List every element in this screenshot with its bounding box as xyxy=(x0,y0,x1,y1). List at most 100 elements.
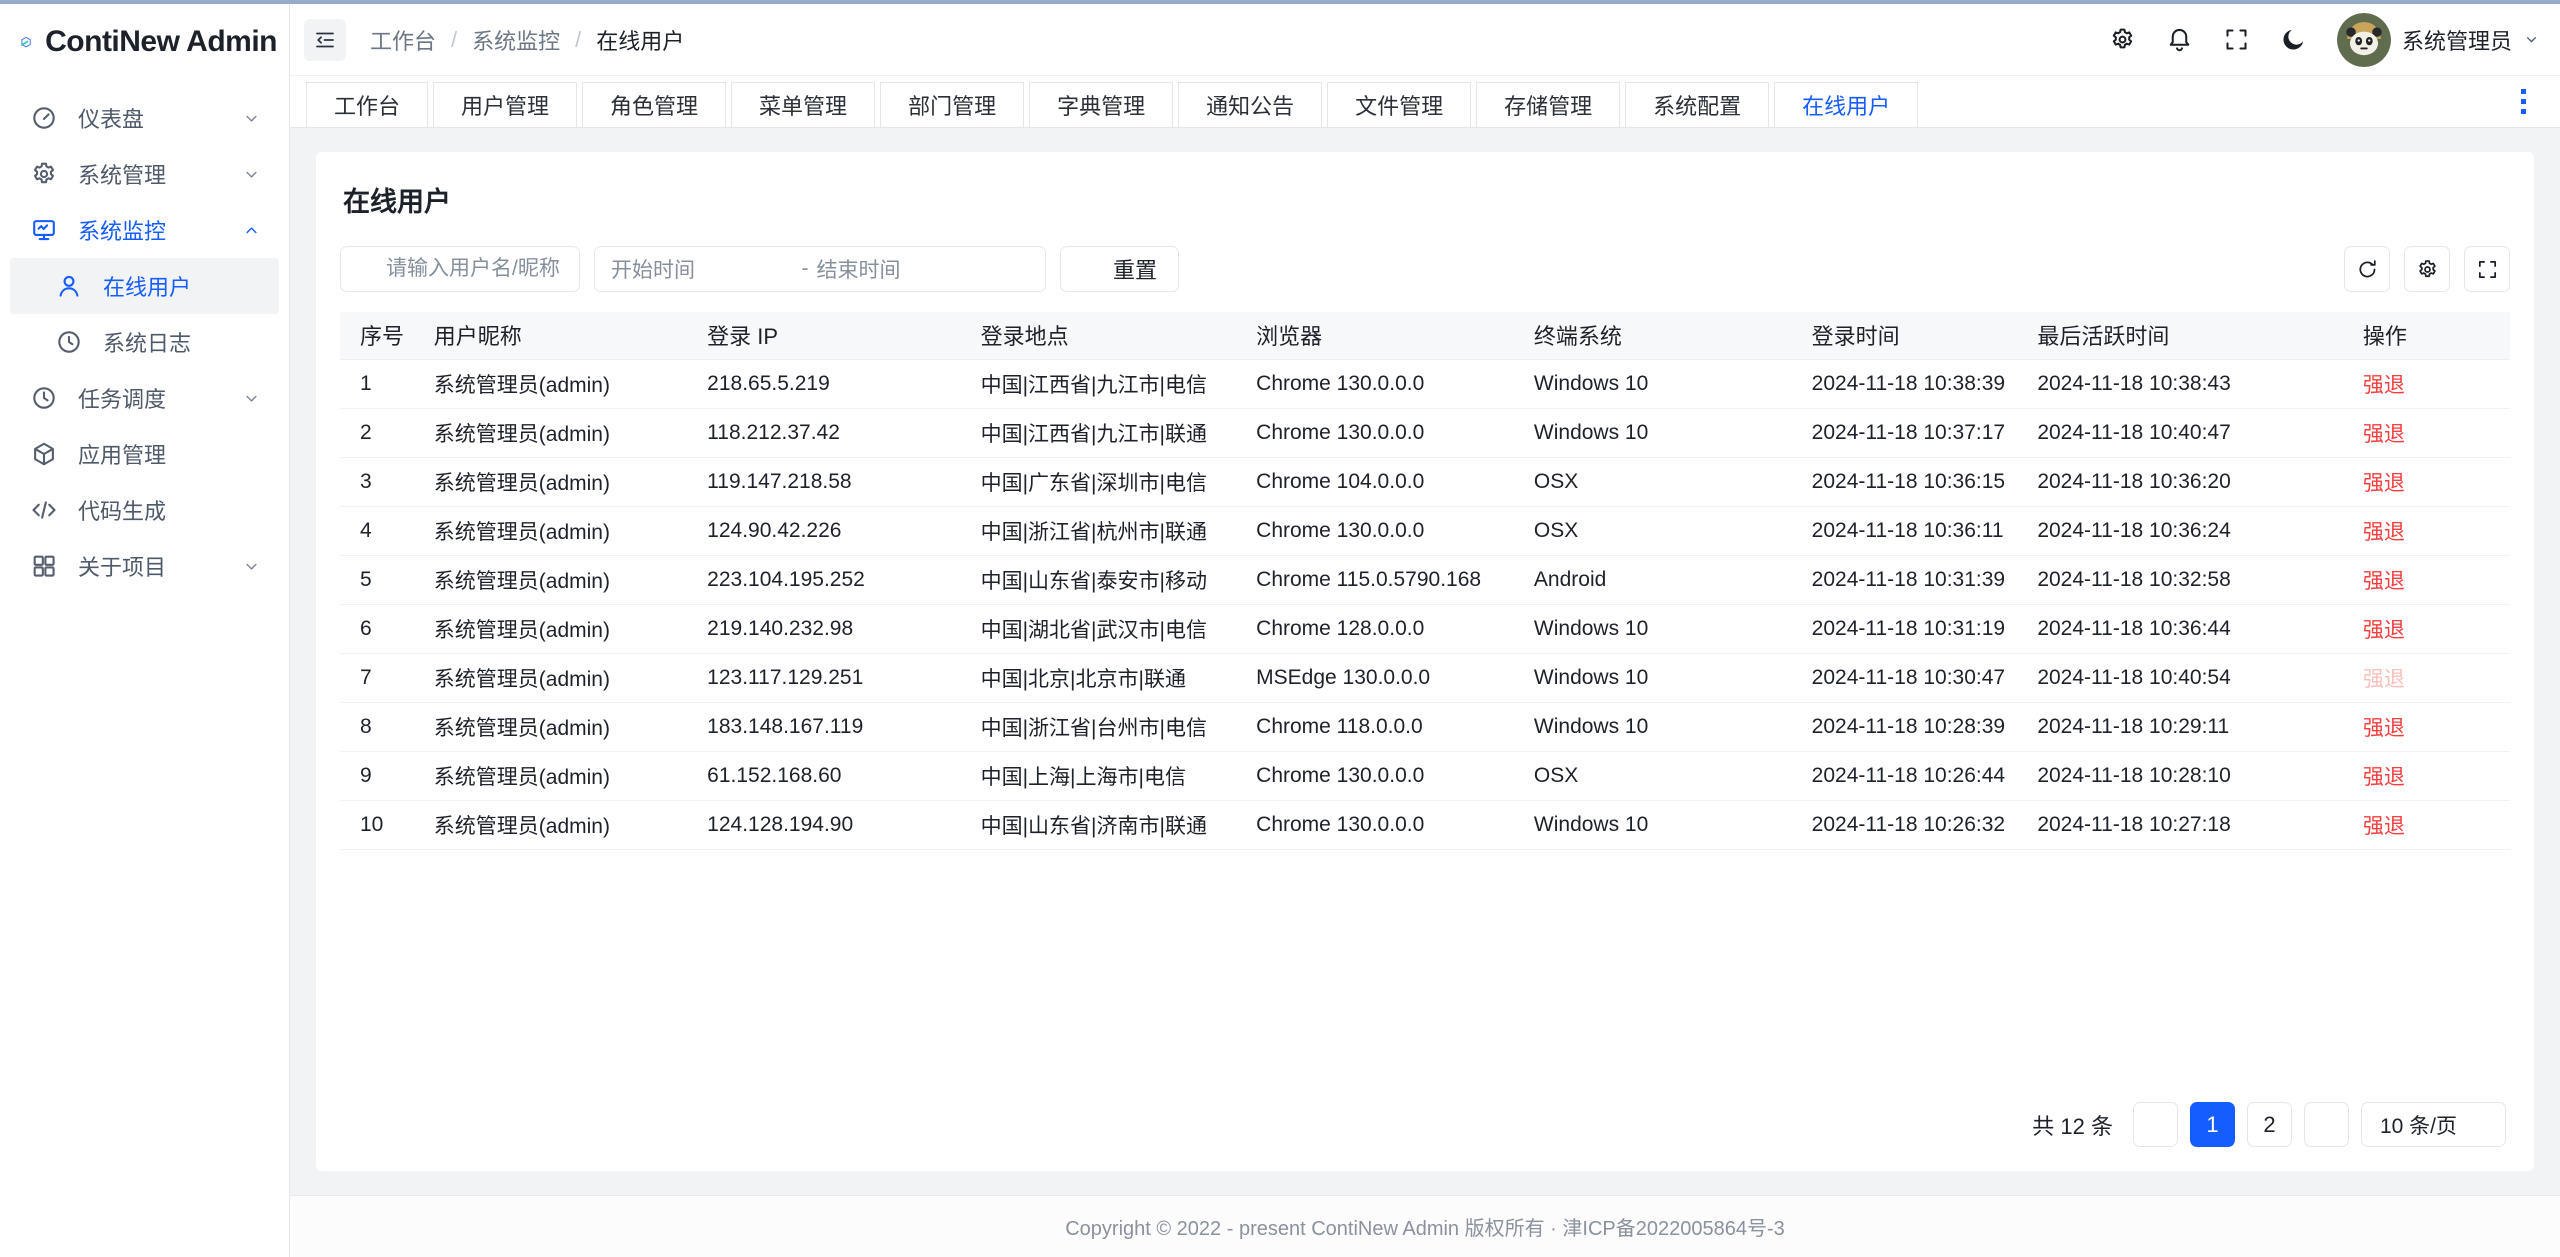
table-row: 5系统管理员(admin)223.104.195.252中国|山东省|泰安市|移… xyxy=(340,555,2510,604)
cell-browser: Chrome 104.0.0.0 xyxy=(1236,457,1514,506)
cell-login-time: 2024-11-18 10:36:11 xyxy=(1792,506,2018,555)
cell-os: Windows 10 xyxy=(1514,408,1792,457)
cell-login-time: 2024-11-18 10:31:19 xyxy=(1792,604,2018,653)
dark-mode-icon[interactable] xyxy=(2280,26,2307,53)
cell-last-active: 2024-11-18 10:32:58 xyxy=(2017,555,2343,604)
sidebar-item-monitor[interactable]: 系统监控 xyxy=(10,202,279,258)
force-logout-link[interactable]: 强退 xyxy=(2363,374,2405,397)
cell-location: 中国|江西省|九江市|联通 xyxy=(961,408,1237,457)
force-logout-link[interactable]: 强退 xyxy=(2363,521,2405,544)
settings-icon[interactable] xyxy=(2109,26,2136,53)
app-root: ContiNew Admin 仪表盘系统管理系统监控在线用户系统日志任务调度应用… xyxy=(0,4,2560,1257)
cell-last-active: 2024-11-18 10:28:10 xyxy=(2017,751,2343,800)
sidebar-item-dashboard[interactable]: 仪表盘 xyxy=(10,90,279,146)
online-users-card: 在线用户 开始时间 - 结束时间 重置 xyxy=(316,152,2534,1171)
cell-os: Windows 10 xyxy=(1514,800,1792,849)
force-logout-link[interactable]: 强退 xyxy=(2363,423,2405,446)
tab-存储管理[interactable]: 存储管理 xyxy=(1476,82,1620,127)
cell-nickname: 系统管理员(admin) xyxy=(414,555,687,604)
pagination-page-1[interactable]: 1 xyxy=(2190,1102,2235,1147)
cell-actions: 强退 xyxy=(2343,506,2510,555)
cell-ip: 218.65.5.219 xyxy=(687,359,960,408)
sidebar-item-label: 系统管理 xyxy=(78,158,242,190)
cell-index: 4 xyxy=(340,506,414,555)
tab-通知公告[interactable]: 通知公告 xyxy=(1178,82,1322,127)
tab-在线用户[interactable]: 在线用户 xyxy=(1774,82,1918,127)
column-header: 操作 xyxy=(2343,312,2510,359)
tab-工作台[interactable]: 工作台 xyxy=(306,82,428,127)
table-fullscreen-button[interactable] xyxy=(2464,246,2510,292)
sidebar-item-cube[interactable]: 应用管理 xyxy=(10,426,279,482)
force-logout-link[interactable]: 强退 xyxy=(2363,619,2405,642)
cell-browser: Chrome 130.0.0.0 xyxy=(1236,359,1514,408)
pagination-next-button[interactable] xyxy=(2304,1102,2349,1147)
tab-用户管理[interactable]: 用户管理 xyxy=(433,82,577,127)
cell-index: 1 xyxy=(340,359,414,408)
refresh-table-button[interactable] xyxy=(2344,246,2390,292)
force-logout-link[interactable]: 强退 xyxy=(2363,472,2405,495)
breadcrumb-item[interactable]: 工作台 xyxy=(370,24,436,56)
table-action-buttons xyxy=(2344,246,2510,292)
tab-角色管理[interactable]: 角色管理 xyxy=(582,82,726,127)
force-logout-link[interactable]: 强退 xyxy=(2363,570,2405,593)
column-settings-button[interactable] xyxy=(2404,246,2450,292)
date-start-placeholder: 开始时间 xyxy=(611,254,794,284)
cell-ip: 118.212.37.42 xyxy=(687,408,960,457)
cell-os: Windows 10 xyxy=(1514,359,1792,408)
sidebar-item-label: 代码生成 xyxy=(78,494,261,526)
page-size-value: 10 条/页 xyxy=(2380,1110,2457,1140)
search-icon xyxy=(354,258,376,280)
table-header-row: 序号用户昵称登录 IP登录地点浏览器终端系统登录时间最后活跃时间操作 xyxy=(340,312,2510,359)
sidebar-item-label: 关于项目 xyxy=(78,550,242,582)
sidebar-collapse-button[interactable] xyxy=(304,19,346,61)
cell-nickname: 系统管理员(admin) xyxy=(414,408,687,457)
breadcrumb-item[interactable]: 系统监控 xyxy=(472,24,560,56)
sidebar-item-clock[interactable]: 任务调度 xyxy=(10,370,279,426)
cell-ip: 183.148.167.119 xyxy=(687,702,960,751)
date-separator: - xyxy=(802,257,809,281)
cell-actions: 强退 xyxy=(2343,457,2510,506)
pagination-prev-button[interactable] xyxy=(2133,1102,2178,1147)
cell-index: 3 xyxy=(340,457,414,506)
cell-login-time: 2024-11-18 10:30:47 xyxy=(1792,653,2018,702)
sidebar-item-user[interactable]: 在线用户 xyxy=(10,258,279,314)
code-icon xyxy=(30,496,58,524)
date-range-picker[interactable]: 开始时间 - 结束时间 xyxy=(594,246,1046,292)
sidebar-item-grid[interactable]: 关于项目 xyxy=(10,538,279,594)
cell-os: Windows 10 xyxy=(1514,702,1792,751)
tab-部门管理[interactable]: 部门管理 xyxy=(880,82,1024,127)
sidebar: ContiNew Admin 仪表盘系统管理系统监控在线用户系统日志任务调度应用… xyxy=(0,4,290,1257)
user-menu[interactable]: 系统管理员 xyxy=(2337,13,2540,67)
sidebar-item-gear[interactable]: 系统管理 xyxy=(10,146,279,202)
brand-hexagon-icon xyxy=(20,19,32,66)
tab-菜单管理[interactable]: 菜单管理 xyxy=(731,82,875,127)
brand-name: ContiNew Admin xyxy=(45,25,277,59)
table-row: 8系统管理员(admin)183.148.167.119中国|浙江省|台州市|电… xyxy=(340,702,2510,751)
cell-browser: Chrome 130.0.0.0 xyxy=(1236,751,1514,800)
cell-actions: 强退 xyxy=(2343,800,2510,849)
cell-ip: 61.152.168.60 xyxy=(687,751,960,800)
sidebar-item-history[interactable]: 系统日志 xyxy=(10,314,279,370)
sidebar-item-label: 仪表盘 xyxy=(78,102,242,134)
fullscreen-icon[interactable] xyxy=(2223,26,2250,53)
search-field[interactable] xyxy=(340,246,580,292)
tab-字典管理[interactable]: 字典管理 xyxy=(1029,82,1173,127)
cell-ip: 219.140.232.98 xyxy=(687,604,960,653)
page-size-select[interactable]: 10 条/页 xyxy=(2361,1102,2506,1147)
force-logout-link[interactable]: 强退 xyxy=(2363,766,2405,789)
reset-button[interactable]: 重置 xyxy=(1060,246,1179,292)
cell-login-time: 2024-11-18 10:38:39 xyxy=(1792,359,2018,408)
tabs-more-button[interactable] xyxy=(2513,81,2534,122)
search-input[interactable] xyxy=(386,257,566,281)
pagination-page-2[interactable]: 2 xyxy=(2247,1102,2292,1147)
sidebar-item-code[interactable]: 代码生成 xyxy=(10,482,279,538)
force-logout-link[interactable]: 强退 xyxy=(2363,717,2405,740)
tab-文件管理[interactable]: 文件管理 xyxy=(1327,82,1471,127)
menu-fold-icon xyxy=(313,28,337,52)
force-logout-link[interactable]: 强退 xyxy=(2363,815,2405,838)
sidebar-item-label: 系统日志 xyxy=(103,326,261,358)
tab-系统配置[interactable]: 系统配置 xyxy=(1625,82,1769,127)
cell-location: 中国|浙江省|杭州市|联通 xyxy=(961,506,1237,555)
notifications-icon[interactable] xyxy=(2166,26,2193,53)
cell-login-time: 2024-11-18 10:26:44 xyxy=(1792,751,2018,800)
